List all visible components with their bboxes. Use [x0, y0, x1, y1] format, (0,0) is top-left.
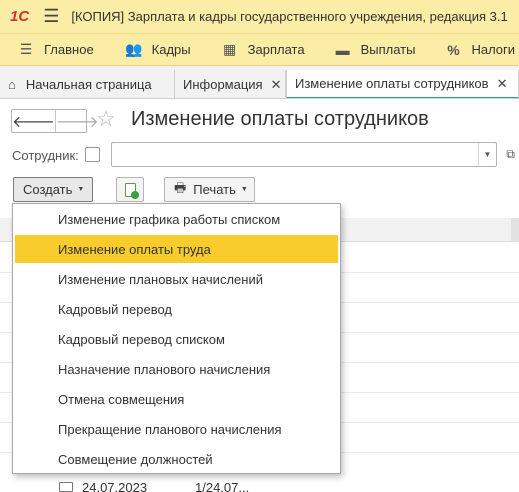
section-hr[interactable]: 👥 Кадры: [124, 41, 191, 58]
section-payments-label: Выплаты: [360, 42, 416, 57]
employee-filter-checkbox[interactable]: [85, 147, 100, 162]
print-button[interactable]: 🖶 Печать ▼: [164, 177, 255, 202]
menu-item[interactable]: Изменение плановых начислений: [15, 265, 338, 293]
menu-item[interactable]: Изменение графика работы списком: [15, 205, 338, 233]
create-based-on-button[interactable]: [116, 177, 144, 202]
wallet-icon: ▬: [335, 41, 350, 58]
menu-item[interactable]: Назначение планового начисления: [15, 355, 338, 383]
printer-icon: 🖶: [174, 179, 187, 195]
caret-down-icon: ▼: [77, 186, 85, 193]
document-add-icon: [124, 182, 139, 199]
menu-item[interactable]: Кадровый перевод: [15, 295, 338, 323]
open-form-icon[interactable]: ⧉: [502, 143, 519, 166]
section-hr-label: Кадры: [151, 42, 191, 57]
menu-item[interactable]: Кадровый перевод списком: [15, 325, 338, 353]
menu-item[interactable]: Совмещение должностей: [15, 445, 338, 473]
section-salary-label: Зарплата: [247, 42, 305, 57]
hamburger-icon: ☰: [19, 41, 33, 57]
section-taxes[interactable]: % Налоги: [443, 42, 515, 58]
create-menu: Изменение графика работы списком Изменен…: [12, 203, 341, 474]
back-arrow-icon[interactable]: 🡐: [12, 110, 55, 132]
close-icon[interactable]: ✕: [497, 76, 508, 92]
row-number: 1/24.07...: [195, 480, 250, 492]
tab-info-label: Информация: [183, 77, 263, 92]
tab-home[interactable]: ⌂ Начальная страница: [0, 70, 175, 98]
section-main-label: Главное: [44, 42, 94, 57]
app-logo: 1С: [10, 8, 30, 25]
home-icon: ⌂: [8, 77, 16, 92]
section-main[interactable]: ☰ Главное: [16, 41, 94, 58]
caret-down-icon: ▼: [240, 186, 248, 193]
chevron-down-icon[interactable]: ▼: [478, 143, 496, 166]
document-icon: [59, 482, 73, 492]
menu-item[interactable]: Прекращение планового начисления: [15, 415, 338, 443]
scrollbar[interactable]: [511, 218, 519, 242]
employee-label: Сотрудник:: [12, 148, 79, 163]
percent-icon: %: [447, 41, 460, 58]
section-payments[interactable]: ▬ Выплаты: [333, 42, 416, 58]
tab-employee-pay-change[interactable]: Изменение оплаты сотрудников ✕: [286, 70, 519, 98]
title-bar: 1С ☰ [КОПИЯ] Зарплата и кадры государств…: [0, 0, 519, 33]
tab-bar: ⌂ Начальная страница Информация ✕ Измене…: [0, 66, 519, 99]
create-button-label: Создать: [23, 182, 73, 197]
forward-arrow-icon[interactable]: 🡒: [54, 110, 99, 132]
hamburger-icon[interactable]: ☰: [43, 6, 59, 27]
people-icon: 👥: [124, 41, 143, 57]
page-title: Изменение оплаты сотрудников: [131, 108, 429, 130]
create-button[interactable]: Создать ▼: [13, 177, 93, 202]
print-button-label: Печать: [193, 182, 236, 197]
sections-panel: ☰ Главное 👥 Кадры ▦ Зарплата ▬ Выплаты %…: [0, 33, 519, 66]
nav-buttons: 🡐 🡒: [11, 109, 99, 133]
section-taxes-label: Налоги: [471, 42, 516, 57]
menu-item[interactable]: Отмена совмещения: [15, 385, 338, 413]
tab-info[interactable]: Информация ✕: [175, 70, 286, 98]
menu-item-selected[interactable]: Изменение оплаты труда: [15, 235, 338, 263]
app-title: [КОПИЯ] Зарплата и кадры государственног…: [71, 9, 508, 24]
close-icon[interactable]: ✕: [271, 77, 282, 93]
tab-active-label: Изменение оплаты сотрудников: [295, 76, 489, 91]
row-date: 24.07.2023: [82, 480, 148, 492]
employee-field[interactable]: [111, 142, 497, 167]
favorite-star-icon[interactable]: ☆: [96, 106, 116, 132]
tab-home-label: Начальная страница: [25, 77, 152, 92]
calculator-icon: ▦: [223, 41, 237, 57]
section-salary[interactable]: ▦ Зарплата: [220, 41, 305, 58]
